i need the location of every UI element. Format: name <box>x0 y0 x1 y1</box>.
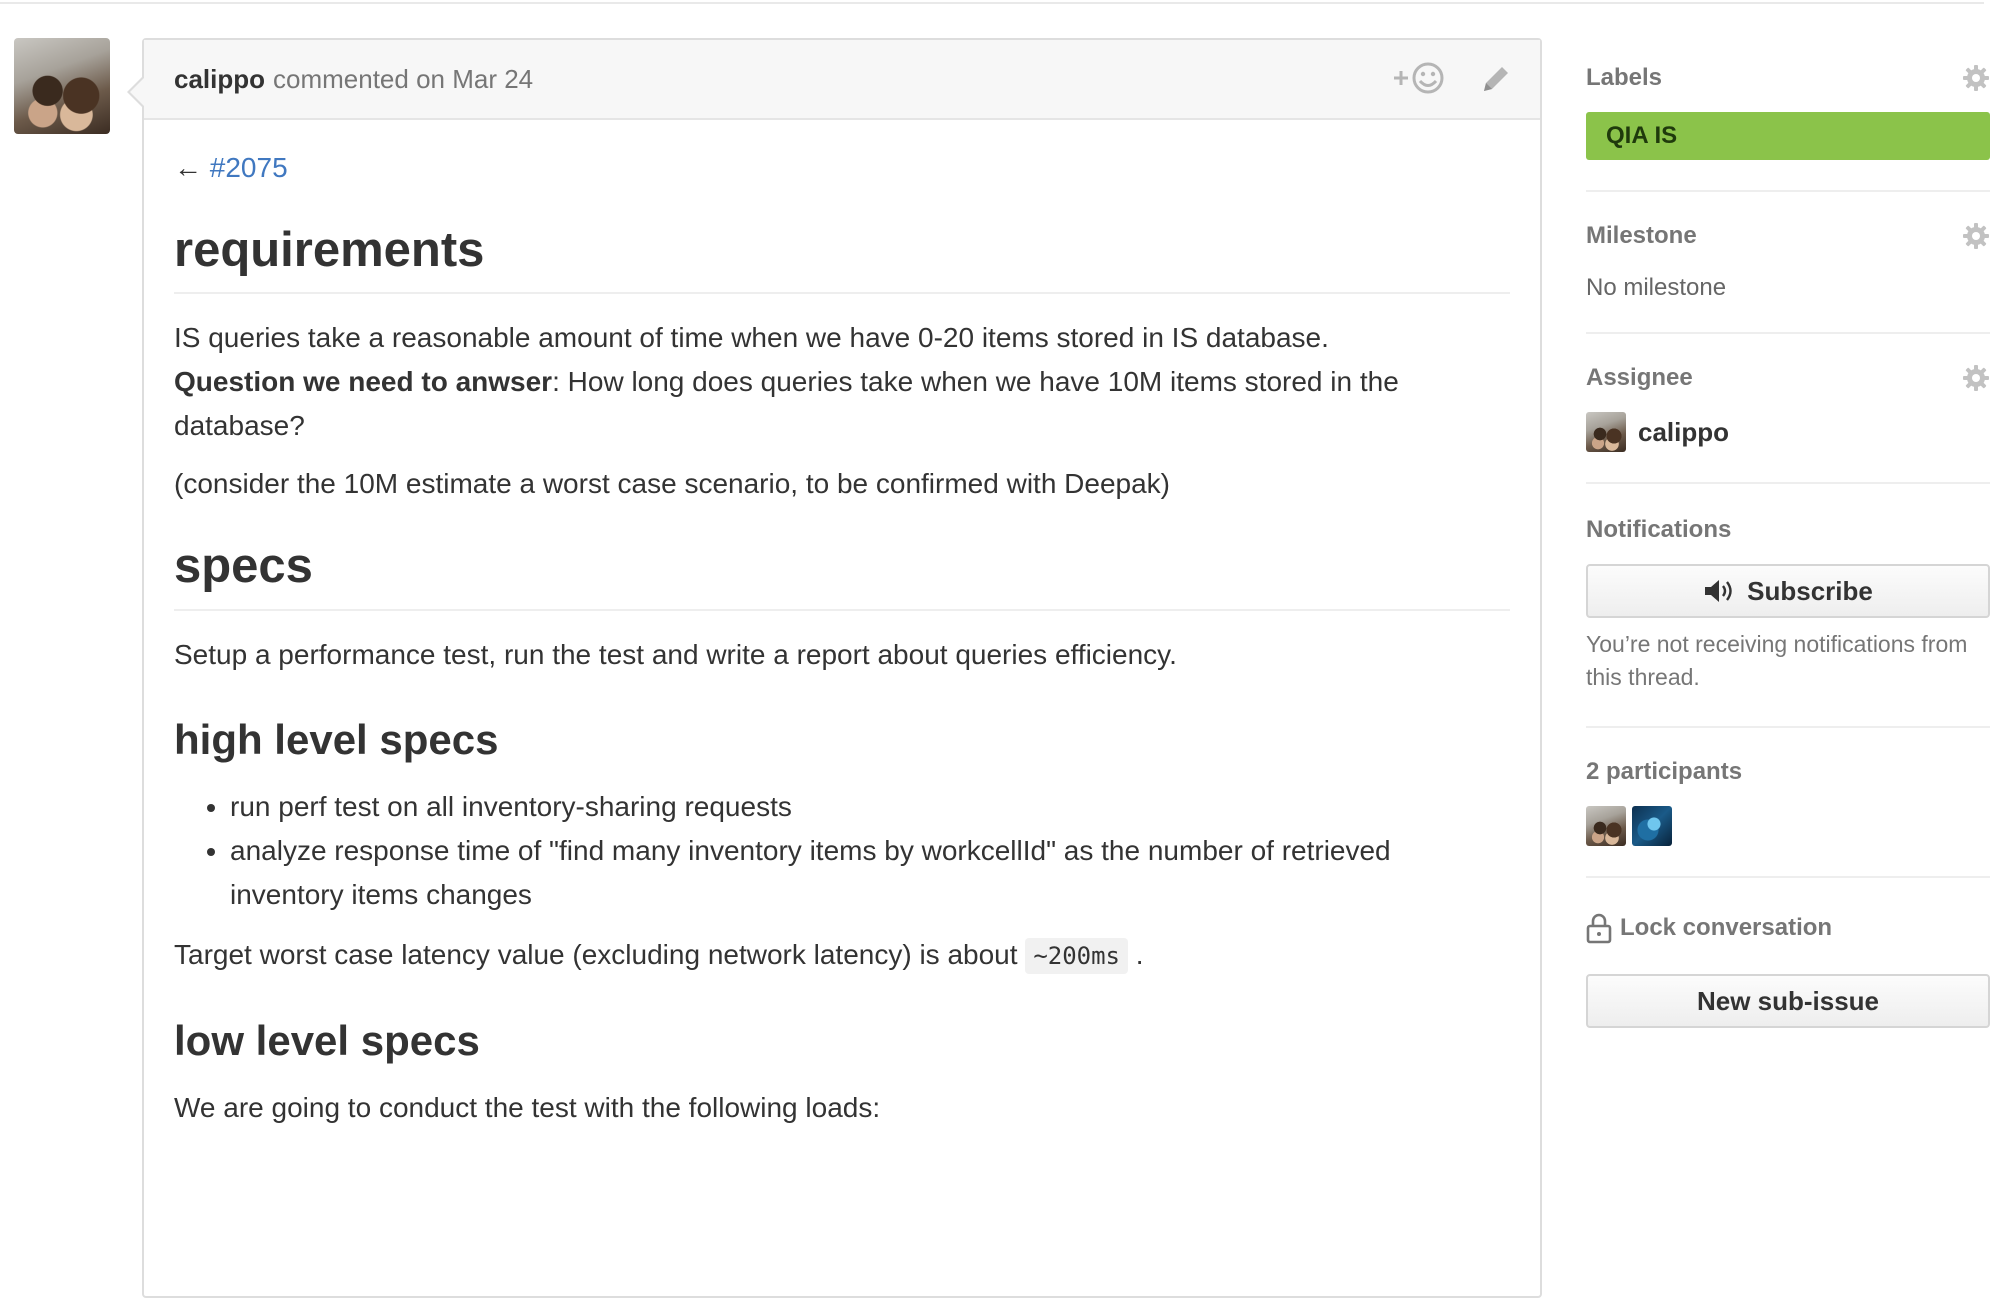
gear-icon[interactable] <box>1962 222 1990 250</box>
notifications-title: Notifications <box>1586 516 1732 543</box>
list-item: run perf test on all inventory-sharing r… <box>230 785 1510 829</box>
participant-avatars <box>1586 806 1990 846</box>
specs-paragraph: Setup a performance test, run the test a… <box>174 638 1177 670</box>
list-item: analyze response time of "find many inve… <box>230 829 1510 917</box>
subscribe-button[interactable]: Subscribe <box>1586 564 1990 618</box>
left-arrow-icon: ← <box>174 152 202 183</box>
target-end: . <box>1135 939 1144 971</box>
labels-section: Labels QIA IS <box>1586 38 1990 192</box>
assignee-section: Assignee calippo <box>1586 334 1990 484</box>
lock-section: Lock conversation New sub-issue <box>1586 878 1990 1028</box>
gear-icon[interactable] <box>1962 64 1990 92</box>
comment-body: ← #2075 requirements IS queries take a r… <box>144 120 1540 1130</box>
heading-low-level-specs: low level specs <box>174 1017 480 1065</box>
assignee-name[interactable]: calippo <box>1638 417 1729 448</box>
lock-label: Lock conversation <box>1620 914 1833 941</box>
new-sub-issue-label: New sub-issue <box>1696 985 1880 1016</box>
assignee-title: Assignee <box>1586 364 1693 391</box>
heading-high-level-specs: high level specs <box>174 715 499 763</box>
lock-icon <box>1586 912 1612 944</box>
milestone-title: Milestone <box>1586 222 1697 249</box>
target-text: Target worst case latency value (excludi… <box>174 939 1018 971</box>
latency-code: ~200ms <box>1025 938 1129 975</box>
comment-actions <box>1392 58 1510 105</box>
participants-title: 2 participants <box>1586 758 1743 785</box>
comment-meta[interactable]: commented on Mar 24 <box>273 64 533 95</box>
milestone-value: No milestone <box>1586 274 1727 301</box>
gear-icon[interactable] <box>1962 364 1990 392</box>
avatar[interactable] <box>1632 806 1672 846</box>
new-sub-issue-button[interactable]: New sub-issue <box>1586 974 1990 1028</box>
comment-author[interactable]: calippo <box>174 64 265 95</box>
participants-section: 2 participants <box>1586 728 1990 878</box>
low-level-paragraph: We are going to conduct the test with th… <box>174 1092 881 1124</box>
labels-title: Labels <box>1586 64 1663 91</box>
assignee-row[interactable]: calippo <box>1586 412 1990 452</box>
speaker-icon <box>1703 578 1737 604</box>
issue-sidebar: Labels QIA IS Milestone No milestone Ass… <box>1586 38 1990 1028</box>
top-divider <box>0 2 1984 4</box>
question-label: Question we need to anwser <box>174 366 553 398</box>
worst-case-note: (consider the 10M estimate a worst case … <box>174 468 1171 500</box>
high-level-list: run perf test on all inventory-sharing r… <box>174 785 1510 917</box>
issue-link[interactable]: #2075 <box>210 152 288 183</box>
subscribe-label: Subscribe <box>1747 575 1873 606</box>
heading-requirements: requirements <box>174 222 1510 295</box>
requirements-paragraph: IS queries take a reasonable amount of t… <box>174 316 1510 448</box>
requirements-line-1: IS queries take a reasonable amount of t… <box>174 322 1329 354</box>
author-avatar[interactable] <box>14 38 110 134</box>
lock-conversation-link[interactable]: Lock conversation <box>1586 912 1990 944</box>
issue-comment: calippo commented on Mar 24 ← #2075 requ… <box>127 38 1542 1298</box>
comment-header: calippo commented on Mar 24 <box>144 40 1540 120</box>
heading-specs: specs <box>174 538 1510 611</box>
target-latency-paragraph: Target worst case latency value (excludi… <box>174 933 1510 978</box>
label-qia-is[interactable]: QIA IS <box>1586 112 1990 160</box>
notifications-section: Notifications Subscribe You’re not recei… <box>1586 484 1990 728</box>
pencil-icon[interactable] <box>1480 61 1510 102</box>
add-reaction-icon[interactable] <box>1392 58 1446 105</box>
avatar[interactable] <box>1586 412 1626 452</box>
milestone-section: Milestone No milestone <box>1586 192 1990 334</box>
notifications-status: You’re not receiving notifications from … <box>1586 631 1968 690</box>
back-reference: ← #2075 <box>174 146 1510 190</box>
avatar[interactable] <box>1586 806 1626 846</box>
